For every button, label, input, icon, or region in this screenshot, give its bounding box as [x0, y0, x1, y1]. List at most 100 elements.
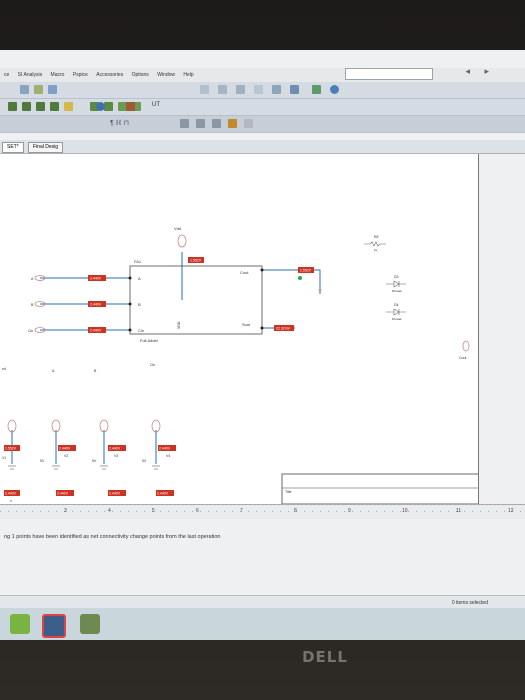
- source-2-top-label: A: [52, 369, 55, 373]
- menu-item-help[interactable]: Help: [183, 68, 193, 82]
- group-icon[interactable]: [212, 119, 221, 128]
- input-a-marker-value: 2.440V: [90, 277, 102, 281]
- text-icon[interactable]: [244, 119, 253, 128]
- menu-bar: ce SI Analysis Macro Pspice Accessories …: [0, 68, 525, 82]
- source-2-bottom-marker-value: 2.440V: [57, 492, 69, 496]
- search-input[interactable]: [345, 68, 433, 80]
- r5-name: R5: [374, 235, 379, 239]
- ruler-mark: 11: [456, 508, 462, 514]
- taskbar-app-icon[interactable]: [80, 614, 100, 634]
- pin-b-dot: [128, 302, 132, 306]
- cout-offpage-port[interactable]: [462, 340, 470, 352]
- pin-cout-label: Cout: [240, 270, 249, 275]
- voltage-marker-icon[interactable]: [64, 102, 73, 111]
- pin-cin-label: Cin: [138, 328, 144, 333]
- input-node-b-label: B: [31, 303, 34, 307]
- align-icon[interactable]: [180, 119, 189, 128]
- cut-icon[interactable]: [218, 85, 227, 94]
- taskbar: [0, 608, 525, 640]
- menu-item-pspice[interactable]: Pspice: [73, 68, 88, 82]
- wire-cout: [262, 269, 321, 294]
- zoom-out-icon[interactable]: [104, 102, 113, 111]
- tab-set[interactable]: SET*: [2, 142, 24, 153]
- menu-item-si-analysis[interactable]: SI Analysis: [18, 68, 42, 82]
- print-icon[interactable]: [200, 85, 209, 94]
- save-icon[interactable]: [48, 85, 57, 94]
- source-4-volt: 5V: [142, 459, 147, 463]
- probe-cursor-icon[interactable]: [298, 276, 302, 280]
- d3-name: D3: [394, 275, 399, 279]
- d3-diode-symbol[interactable]: [386, 280, 406, 288]
- menu-item-macro[interactable]: Macro: [51, 68, 65, 82]
- simulate-icon[interactable]: [330, 85, 339, 94]
- nav-arrows[interactable]: ◂ ▸: [465, 66, 495, 77]
- distribute-icon[interactable]: [196, 119, 205, 128]
- junction-icon[interactable]: [50, 102, 59, 111]
- menu-item-window[interactable]: Window: [157, 68, 175, 82]
- block-ref-label: FA1: [134, 259, 142, 264]
- power-icon[interactable]: [126, 102, 135, 111]
- crosshair-icon: [318, 288, 322, 292]
- voltage-source-2[interactable]: 2.440V V2 5V 2.440V: [40, 419, 76, 496]
- net-alias-icon[interactable]: [36, 102, 45, 111]
- tab-final-design[interactable]: Final Desig: [28, 142, 64, 153]
- monitor-bezel: ce SI Analysis Macro Pspice Accessories …: [0, 0, 525, 700]
- ground-label: 0: [10, 499, 12, 503]
- bus-icon[interactable]: [22, 102, 31, 111]
- redo-icon[interactable]: [290, 85, 299, 94]
- d4-diode-symbol[interactable]: [386, 308, 406, 316]
- r5-value: 1k: [374, 248, 378, 252]
- r5-resistor-symbol[interactable]: [364, 241, 386, 247]
- pencil-icon[interactable]: [228, 119, 237, 128]
- ruler-mark: 6: [196, 508, 199, 514]
- schematic-canvas[interactable]: FA1 Full Adder A B Cin Cout Sum VDD Vdd …: [0, 154, 479, 504]
- source-4-name: V4: [166, 454, 170, 458]
- pin-a-label: A: [138, 276, 141, 281]
- voltage-source-1[interactable]: 1.552V V1 2.440V: [2, 419, 20, 496]
- ruler-ticks: [0, 511, 525, 512]
- place-part-icon[interactable]: [312, 85, 321, 94]
- source-2-volt: 5V: [40, 459, 45, 463]
- source-3-bottom-marker-value: 2.440V: [109, 492, 121, 496]
- left-node-label: ed: [2, 367, 6, 371]
- block-name-label: Full Adder: [140, 338, 159, 343]
- menu-item-accessories[interactable]: Accessories: [96, 68, 123, 82]
- ruler-mark: 8: [294, 508, 297, 514]
- source-1-battery-symbol: [8, 465, 16, 470]
- vdd-label: Vdd: [174, 226, 181, 231]
- input-node-cin-label: Cin: [28, 329, 33, 333]
- toolbar-draw: ¶ ℍ ⊓: [0, 116, 525, 133]
- paste-icon[interactable]: [254, 85, 263, 94]
- ground-icon[interactable]: [96, 102, 105, 111]
- source-3-battery-symbol: [100, 465, 108, 470]
- voltage-source-4[interactable]: 2.440V V4 5V 2.440V: [142, 419, 176, 496]
- pin-sum-dot: [260, 326, 264, 330]
- ruler-mark: 12: [508, 508, 514, 514]
- cout-marker-value: 1.552V: [300, 269, 312, 273]
- pin-cin-dot: [128, 328, 132, 332]
- ruler-mark: 5: [152, 508, 155, 514]
- toolbar-standard: [0, 82, 525, 99]
- schematic-drawing: FA1 Full Adder A B Cin Cout Sum VDD Vdd …: [2, 226, 478, 504]
- taskbar-app-icon[interactable]: [10, 614, 30, 634]
- d3-model: Dbreak: [392, 289, 402, 293]
- pin-vdd-label: VDD: [177, 321, 181, 329]
- source-1-name: V1: [2, 456, 6, 460]
- copy-icon[interactable]: [236, 85, 245, 94]
- pin-cout-dot: [260, 268, 264, 272]
- new-icon[interactable]: [20, 85, 29, 94]
- pin-b-label: B: [138, 302, 141, 307]
- wire-icon[interactable]: [8, 102, 17, 111]
- undo-icon[interactable]: [272, 85, 281, 94]
- source-3-volt: 5V: [92, 459, 97, 463]
- menu-item-file[interactable]: ce: [4, 68, 9, 82]
- taskbar-app-icon[interactable]: [42, 614, 66, 638]
- toolbar-draw-symbols: ¶ ℍ ⊓: [110, 120, 130, 127]
- menu-item-options[interactable]: Options: [132, 68, 149, 82]
- open-icon[interactable]: [34, 85, 43, 94]
- voltage-source-3[interactable]: 2.440V V3 5V 2.440V: [92, 419, 126, 496]
- toolbar-view: UT: [0, 99, 525, 116]
- ruler-mark: 7: [240, 508, 243, 514]
- vdd-port-symbol[interactable]: [177, 234, 187, 248]
- title-block[interactable]: [281, 473, 478, 504]
